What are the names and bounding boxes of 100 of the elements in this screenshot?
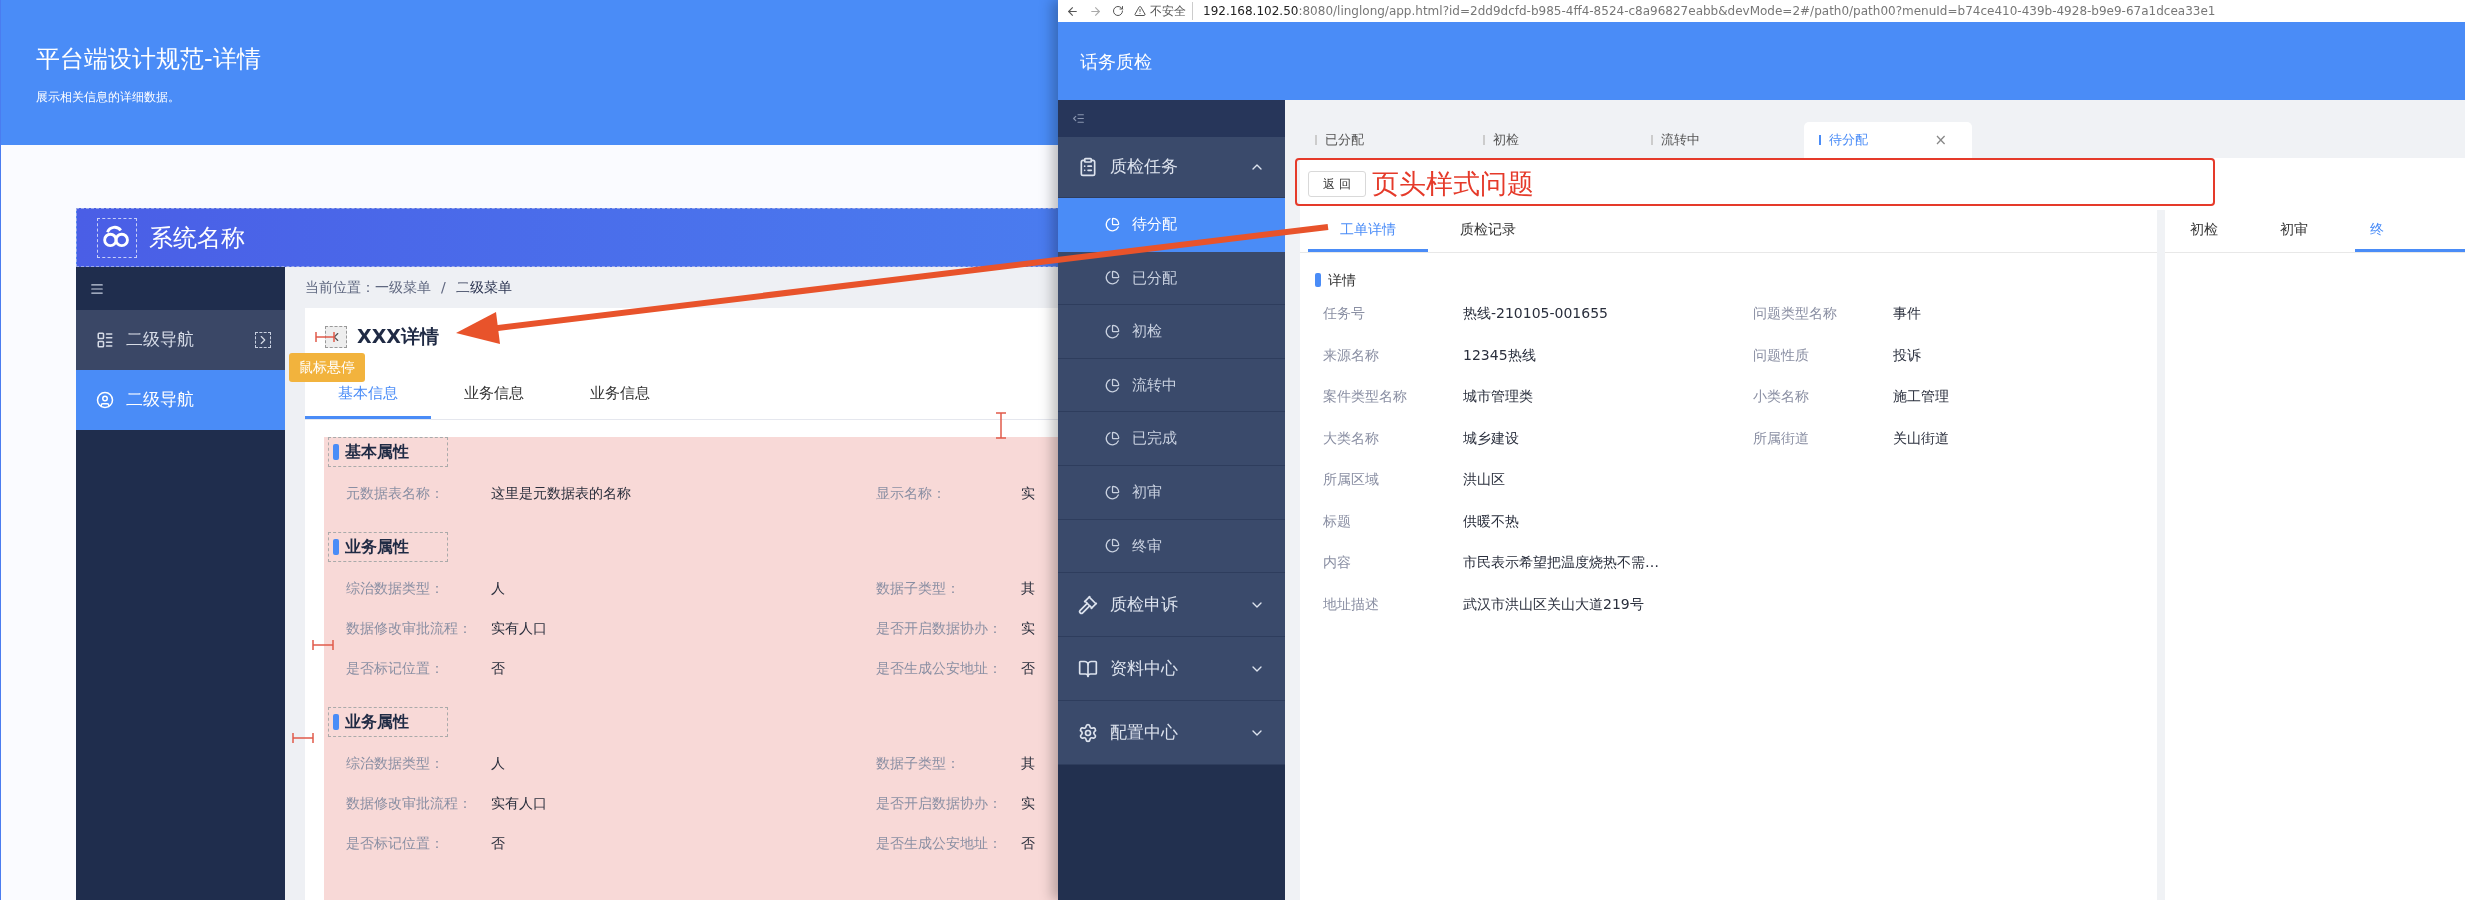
field-label: 问题类型名称	[1753, 304, 1838, 324]
field-label: 地址描述	[1323, 594, 1380, 614]
field-label: 所属街道	[1753, 428, 1810, 448]
pie-chart-icon	[1105, 377, 1120, 393]
back-button[interactable]: 返 回	[1308, 171, 1366, 197]
field-value: 洪山区	[1463, 470, 1505, 490]
menu-item[interactable]: 已分配	[1058, 251, 1285, 306]
page-title: 平台端设计规范-详情	[36, 44, 262, 74]
pie-chart-icon	[1105, 270, 1120, 286]
close-tab-button[interactable]: ×	[1934, 128, 1947, 152]
measure-mark-icon	[995, 412, 1007, 439]
menu-group[interactable]: 质检任务	[1058, 137, 1285, 198]
menu-icon[interactable]	[90, 281, 104, 296]
menu-item[interactable]: 初审	[1058, 465, 1285, 520]
nav-item[interactable]: 二级导航	[76, 310, 285, 370]
field-value: 实	[1021, 618, 1035, 638]
field-label: 数据修改审批流程：	[346, 793, 473, 813]
pie-chart-icon	[1105, 484, 1120, 500]
page-tab[interactable]: 待分配 ×	[1804, 122, 1972, 158]
cloud-logo-icon	[97, 217, 137, 258]
section-title: 详情	[1315, 267, 2157, 293]
field-value: 实	[1021, 793, 1035, 813]
field-label: 综治数据类型：	[346, 753, 445, 773]
menu-item[interactable]: 初检	[1058, 305, 1285, 359]
tab[interactable]: 质检记录	[1428, 210, 1548, 252]
book-icon	[1078, 658, 1098, 679]
field-value: 城乡建设	[1463, 428, 1519, 448]
back-icon[interactable]	[325, 325, 347, 348]
field-label: 显示名称：	[876, 483, 947, 503]
pie-chart-icon	[1105, 538, 1120, 554]
field-label: 数据修改审批流程：	[346, 618, 473, 638]
field-value: 热线-210105-001655	[1463, 304, 1608, 324]
pie-chart-icon	[1105, 216, 1120, 232]
user-icon	[96, 391, 114, 409]
field-value: 城市管理类	[1463, 387, 1533, 407]
menu-item[interactable]: 终审	[1058, 519, 1285, 574]
tab[interactable]: 初审	[2265, 210, 2355, 252]
field-label: 数据子类型：	[876, 753, 961, 773]
menu-item[interactable]: 已完成	[1058, 412, 1285, 466]
field-value: 实有人口	[491, 793, 547, 813]
field-value: 武汉市洪山区关山大道219号	[1463, 594, 1644, 614]
field-label: 是否开启数据协办：	[876, 618, 1003, 638]
field-label: 来源名称	[1323, 345, 1380, 365]
reload-icon[interactable]	[1112, 5, 1124, 17]
measure-mark-icon	[312, 639, 334, 651]
field-value: 否	[1021, 833, 1035, 853]
back-icon[interactable]	[1066, 4, 1079, 18]
page-tab[interactable]: 已分配	[1300, 122, 1468, 158]
section-marker	[333, 539, 339, 555]
section-title: 业务属性	[328, 707, 448, 737]
list-icon	[96, 331, 114, 349]
annotation-text: 页头样式问题	[1371, 166, 1534, 201]
field-label: 小类名称	[1753, 387, 1810, 407]
pie-chart-icon	[1105, 324, 1120, 339]
field-value: 12345热线	[1463, 345, 1536, 365]
page-tab[interactable]: 初检	[1468, 122, 1636, 158]
field-value: 其	[1021, 753, 1035, 773]
field-label: 元数据表名称：	[346, 483, 445, 503]
field-label: 是否生成公安地址：	[876, 658, 1003, 678]
field-value: 人	[491, 753, 505, 773]
field-label: 是否标记位置：	[346, 658, 445, 678]
field-label: 任务号	[1323, 304, 1366, 324]
expand-icon[interactable]	[255, 332, 271, 348]
field-label: 是否标记位置：	[346, 833, 445, 853]
field-value: 否	[1021, 658, 1035, 678]
url-text[interactable]: 192.168.102.50:8080/linglong/app.html?id=2dd9dcfd-b985-4ff4-8524-c8a96827eabb&devMode=2#/path0/path00?menuId=b74ce410-439b-4928-b9e9-67a1dcea33e1	[1203, 2, 2216, 20]
field-value: 施工管理	[1893, 387, 1949, 407]
tab[interactable]: 业务信息	[431, 365, 557, 419]
settings-icon	[1078, 722, 1098, 743]
gavel-icon	[1078, 594, 1098, 615]
breadcrumb: 当前位置：一级菜单 / 二级菜单	[304, 278, 513, 297]
measure-mark-icon	[315, 331, 335, 343]
field-value: 关山街道	[1893, 428, 1949, 448]
field-value: 事件	[1893, 304, 1921, 324]
field-value: 否	[491, 658, 505, 678]
field-label: 标题	[1323, 511, 1352, 531]
field-label: 案件类型名称	[1323, 387, 1408, 407]
page-tab[interactable]: 流转中	[1636, 122, 1804, 158]
field-label: 数据子类型：	[876, 578, 961, 598]
field-value: 否	[491, 833, 505, 853]
section-title: 基本属性	[328, 437, 448, 467]
pie-chart-icon	[1105, 431, 1120, 447]
field-label: 综治数据类型：	[346, 578, 445, 598]
menu-group[interactable]: 质检申诉	[1058, 573, 1285, 638]
field-value: 实	[1021, 483, 1035, 503]
clipboard-icon	[1078, 157, 1098, 177]
collapse-icon[interactable]	[1072, 112, 1085, 125]
menu-item[interactable]: 流转中	[1058, 358, 1285, 413]
field-value: 其	[1021, 578, 1035, 598]
tooltip: 鼠标悬停	[289, 353, 365, 382]
field-label: 问题性质	[1753, 345, 1810, 365]
measure-mark-icon	[292, 732, 314, 744]
field-value: 这里是元数据表的名称	[491, 483, 631, 503]
tab[interactable]: 初检	[2175, 210, 2265, 252]
tab[interactable]: 业务信息	[557, 365, 683, 419]
field-label: 所属区域	[1323, 470, 1380, 490]
field-label: 是否开启数据协办：	[876, 793, 1003, 813]
menu-group[interactable]: 配置中心	[1058, 701, 1285, 766]
menu-group[interactable]: 资料中心	[1058, 637, 1285, 702]
app-title: 话务质检	[1080, 49, 1152, 74]
